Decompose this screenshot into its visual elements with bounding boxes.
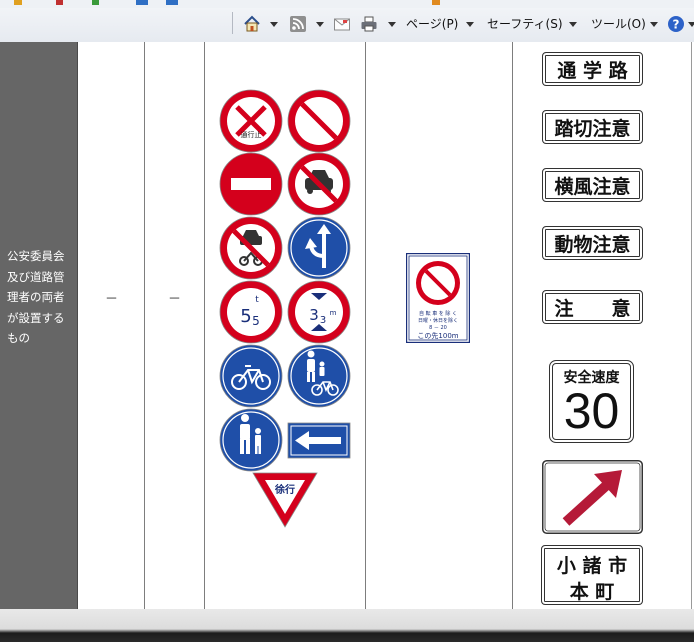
railroad-caution-label: 踏切注意 [554, 117, 631, 140]
home-icon[interactable] [243, 15, 261, 33]
place-name-line2: 本 町 [569, 581, 615, 603]
no-vehicles-sign [287, 89, 351, 153]
weight-limit-sub: 5 [252, 314, 260, 328]
slow-down-sign: 徐行 [252, 472, 318, 528]
page-menu-arrow[interactable] [466, 22, 474, 27]
print-dropdown-arrow[interactable] [388, 22, 396, 27]
safety-menu[interactable]: セーフティ(S) [487, 15, 563, 32]
do-not-enter-sign [219, 152, 283, 216]
page-menu[interactable]: ページ(P) [406, 15, 458, 32]
caution-sign: 注 意 [542, 290, 643, 324]
closed-sign-text: 通行止 [241, 130, 262, 139]
slow-down-text: 徐行 [274, 483, 295, 496]
weight-limit-unit: t [255, 295, 259, 305]
no-cars-and-motorcycles-sign [219, 216, 283, 280]
caution-label: 注 意 [554, 297, 631, 320]
supplementary-line3: 8 － 20 [429, 325, 447, 331]
signs-table: 公安委員会及び道路管理者の両者が設置するもの － － 通行止 5 5 t 3 3… [0, 42, 694, 609]
height-limit-sub: 3 [320, 315, 326, 326]
no-entry-closed-sign: 通行止 [219, 89, 283, 153]
owner-cell: 公安委員会及び道路管理者の両者が設置するもの [0, 42, 78, 609]
svg-text:?: ? [673, 18, 680, 32]
printer-icon[interactable] [360, 15, 378, 33]
animal-caution-label: 動物注意 [554, 233, 631, 256]
safe-speed-value: 30 [563, 383, 620, 439]
one-way-sign [287, 422, 351, 459]
height-limit-unit: m [330, 309, 337, 317]
straight-or-left-turn-sign [287, 216, 351, 280]
toolbar-top-strip [0, 0, 694, 8]
feeds-dropdown-arrow[interactable] [316, 22, 324, 27]
page-menu-label: ページ(P) [406, 17, 459, 31]
column-3-cell: － [145, 42, 205, 609]
crosswind-caution-sign: 横風注意 [542, 168, 643, 202]
pedestrians-and-bicycles-sign [287, 344, 351, 408]
safety-menu-arrow[interactable] [569, 22, 577, 27]
mail-icon[interactable] [333, 15, 351, 33]
tools-menu[interactable]: ツール(O) [591, 15, 646, 32]
weight-limit-sign: 5 5 t [219, 280, 283, 344]
owner-label: 公安委員会及び道路管理者の両者が設置するもの [7, 249, 65, 345]
supplementary-sign: 自 転 車 を 除 く 日曜・休日を除く 8 － 20 この先100m [406, 253, 470, 343]
supplementary-line2: 日曜・休日を除く [418, 317, 458, 324]
place-name-line1: 小 諸 市 [556, 555, 628, 577]
supplementary-line1: 自 転 車 を 除 く [419, 310, 457, 317]
height-limit-sign: 3 3 m [287, 280, 351, 344]
rss-feed-icon[interactable] [289, 15, 307, 33]
column-2-dash: － [105, 292, 119, 307]
no-cars-sign [287, 152, 351, 216]
tools-menu-label: ツール(O) [591, 17, 646, 31]
safety-menu-label: セーフティ(S) [487, 17, 563, 31]
crosswind-caution-label: 横風注意 [554, 175, 631, 198]
taskbar-edge [0, 609, 694, 642]
school-route-label: 通 学 路 [557, 59, 628, 82]
help-dropdown-arrow[interactable] [688, 22, 694, 27]
place-name-sign: 小 諸 市 本 町 [541, 545, 643, 605]
column-2-cell: － [78, 42, 145, 609]
regulatory-signs-group: 通行止 5 5 t 3 3 m 徐行 [219, 89, 351, 528]
home-dropdown-arrow[interactable] [270, 22, 278, 27]
animal-caution-sign: 動物注意 [542, 226, 643, 260]
column-3-dash: － [168, 292, 182, 307]
bicycles-only-sign [219, 344, 283, 408]
safe-speed-sign: 安全速度 30 [549, 360, 634, 443]
help-icon[interactable]: ? [667, 15, 685, 33]
height-limit-value: 3 [309, 306, 319, 324]
toolbar-separator [232, 12, 233, 34]
railroad-caution-sign: 踏切注意 [542, 110, 643, 144]
weight-limit-value: 5 [240, 306, 251, 327]
tools-menu-arrow[interactable] [650, 22, 658, 27]
supplementary-distance: この先100m [417, 331, 458, 340]
pedestrians-only-sign [219, 408, 283, 472]
school-route-sign: 通 学 路 [542, 52, 643, 86]
ie-command-bar: ページ(P) セーフティ(S) ツール(O) ? [0, 0, 694, 43]
direction-arrow-sign [542, 460, 643, 534]
